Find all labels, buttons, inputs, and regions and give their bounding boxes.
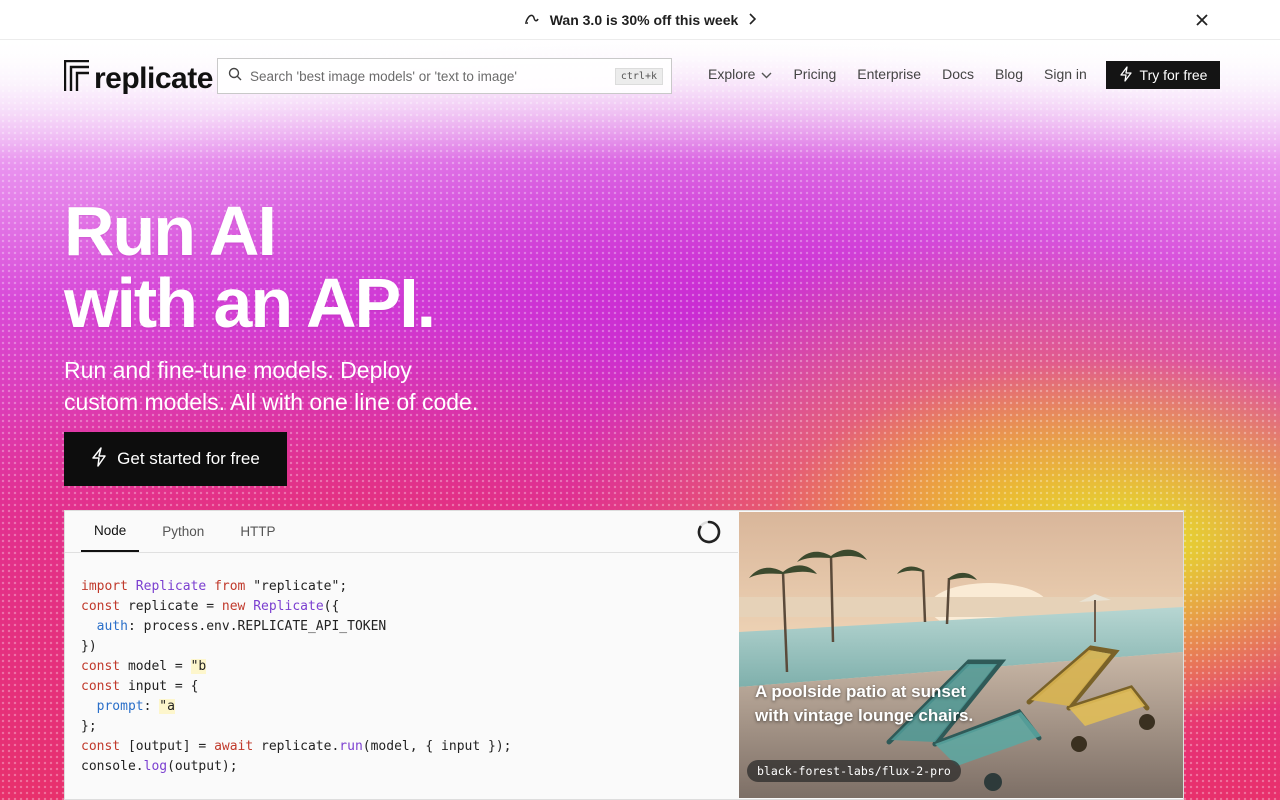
image-caption: A poolside patio at sunset with vintage … — [755, 682, 974, 725]
hero-headline-line1: Run AI — [64, 192, 277, 270]
logo-wordmark: replicate — [94, 61, 213, 95]
announcement-icon — [524, 12, 540, 28]
logo[interactable]: replicate — [63, 59, 213, 97]
nav-links: Explore Pricing Enterprise Docs Blog Sig… — [708, 66, 1108, 82]
model-name-badge[interactable]: black-forest-labs/flux-2-pro — [747, 760, 961, 782]
close-icon[interactable] — [1192, 10, 1212, 30]
code-language-tabs: Node Python HTTP — [65, 511, 738, 553]
code-demo-panel: Node Python HTTP import Replicate from "… — [64, 510, 1184, 800]
announcement-bar: Wan 3.0 is 30% off this week — [0, 0, 1280, 40]
lightning-icon — [91, 446, 107, 472]
try-for-free-button[interactable]: Try for free — [1106, 61, 1220, 89]
hero-sub-line2: custom models. All with one line of code… — [64, 389, 479, 415]
tab-http[interactable]: HTTP — [227, 511, 288, 552]
nav-enterprise[interactable]: Enterprise — [857, 66, 921, 82]
chevron-right-icon — [748, 12, 757, 28]
hero-subheadline: Run and fine-tune models. Deploy custom … — [64, 354, 584, 418]
tab-node[interactable]: Node — [81, 511, 140, 552]
top-nav: replicate Search 'best image models' or … — [0, 40, 1280, 112]
generated-image[interactable]: A poolside patio at sunset with vintage … — [739, 512, 1183, 798]
search-placeholder: Search 'best image models' or 'text to i… — [250, 68, 517, 84]
hero-sub-line1: Run and fine-tune models. Deploy — [64, 357, 412, 383]
lightning-icon — [1119, 65, 1133, 85]
nav-explore[interactable]: Explore — [708, 66, 772, 82]
try-for-free-label: Try for free — [1139, 67, 1208, 83]
nav-explore-label: Explore — [708, 66, 756, 82]
code-snippet: import Replicate from "replicate"; const… — [81, 579, 512, 774]
hero-headline-line2: with an API. — [64, 264, 436, 342]
chevron-down-icon — [761, 66, 772, 82]
nav-sign-in[interactable]: Sign in — [1044, 66, 1087, 82]
nav-docs[interactable]: Docs — [942, 66, 974, 82]
nav-blog[interactable]: Blog — [995, 66, 1023, 82]
get-started-label: Get started for free — [117, 449, 260, 468]
search-input[interactable]: Search 'best image models' or 'text to i… — [217, 58, 672, 94]
nav-pricing[interactable]: Pricing — [793, 66, 836, 82]
announcement-text: Wan 3.0 is 30% off this week — [549, 11, 739, 28]
search-shortcut-badge: ctrl+k — [614, 67, 663, 85]
poolside-image-illustration — [739, 512, 1183, 798]
hero-headline: Run AI with an API. — [64, 192, 436, 342]
announcement-link[interactable]: Wan 3.0 is 30% off this week — [524, 12, 757, 28]
replicate-logo-icon — [63, 59, 90, 97]
get-started-button[interactable]: Get started for free — [64, 432, 287, 486]
loading-spinner-icon — [697, 520, 721, 544]
tab-python[interactable]: Python — [149, 511, 217, 552]
search-icon — [228, 67, 242, 86]
